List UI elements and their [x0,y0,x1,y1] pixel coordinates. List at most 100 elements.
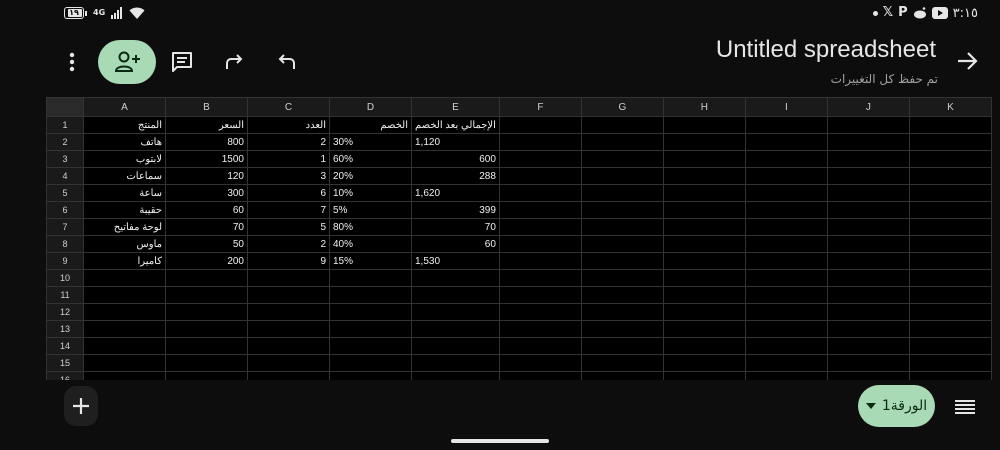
cell[interactable] [247,269,330,287]
cell[interactable] [662,303,746,321]
cell[interactable] [165,354,248,372]
cell[interactable]: 70 [165,218,248,236]
cell[interactable] [498,150,582,168]
cell[interactable]: 800 [165,133,248,151]
cell[interactable] [744,150,828,168]
cell[interactable] [662,167,746,185]
cell[interactable] [744,252,828,270]
sheet-list-button[interactable] [953,396,977,418]
cell[interactable] [908,218,992,236]
cell[interactable] [498,133,582,151]
cell[interactable] [411,337,500,355]
cell[interactable] [83,269,166,287]
cell[interactable] [662,133,746,151]
cell[interactable] [908,116,992,134]
cell[interactable] [744,201,828,219]
cell[interactable]: 2 [247,133,330,151]
cell[interactable] [744,303,828,321]
cell[interactable] [247,286,330,304]
column-header[interactable]: A [83,97,166,117]
sheet-tab[interactable]: الورقة1 [858,385,935,427]
cell[interactable] [329,320,412,338]
cell[interactable] [580,337,664,355]
cell[interactable]: 80% [329,218,412,236]
column-header[interactable]: H [662,97,746,117]
cell[interactable] [498,167,582,185]
cell[interactable] [662,320,746,338]
cell[interactable]: 120 [165,167,248,185]
cell[interactable] [826,337,910,355]
cell[interactable] [329,286,412,304]
cell[interactable] [826,269,910,287]
cell[interactable] [662,354,746,372]
column-header[interactable]: G [580,97,664,117]
cell[interactable] [744,371,828,380]
row-header[interactable]: 5 [46,184,84,202]
cell[interactable] [580,320,664,338]
cell[interactable]: 20% [329,167,412,185]
cell[interactable] [908,337,992,355]
column-header[interactable]: D [329,97,412,117]
home-indicator[interactable] [451,439,549,443]
cell[interactable]: الإجمالي بعد الخصم [411,116,500,134]
share-button[interactable] [98,40,156,84]
cell[interactable]: حقيبة [83,201,166,219]
cell[interactable] [411,354,500,372]
cell[interactable] [165,320,248,338]
cell[interactable] [662,269,746,287]
cell[interactable] [908,235,992,253]
cell[interactable] [580,150,664,168]
cell[interactable] [580,354,664,372]
cell[interactable] [329,354,412,372]
cell[interactable] [580,235,664,253]
column-header[interactable]: F [498,97,582,117]
cell[interactable] [662,235,746,253]
cell[interactable] [826,167,910,185]
cell[interactable] [580,133,664,151]
cell[interactable] [908,133,992,151]
cell[interactable]: ساعة [83,184,166,202]
cell[interactable] [498,337,582,355]
cell[interactable] [826,184,910,202]
cell[interactable] [744,218,828,236]
cell[interactable]: هاتف [83,133,166,151]
cell[interactable] [247,303,330,321]
cell[interactable] [411,303,500,321]
cell[interactable] [247,320,330,338]
cell[interactable] [83,354,166,372]
cell[interactable] [662,218,746,236]
cell[interactable] [580,269,664,287]
cell[interactable] [662,201,746,219]
cell[interactable]: 600 [411,150,500,168]
cell[interactable] [826,116,910,134]
cell[interactable] [662,286,746,304]
row-header[interactable]: 8 [46,235,84,253]
cell[interactable]: 1,120 [411,133,500,151]
cell[interactable] [908,167,992,185]
cell[interactable] [329,269,412,287]
cell[interactable] [580,303,664,321]
cell[interactable]: ماوس [83,235,166,253]
cell[interactable]: 40% [329,235,412,253]
cell[interactable] [580,286,664,304]
cell[interactable] [83,337,166,355]
cell[interactable]: 200 [165,252,248,270]
row-header[interactable]: 16 [46,371,84,380]
cell[interactable] [580,371,664,380]
cell[interactable]: 1500 [165,150,248,168]
cell[interactable] [744,337,828,355]
undo-button[interactable] [273,48,301,76]
cell[interactable] [498,371,582,380]
row-header[interactable]: 1 [46,116,84,134]
back-button[interactable] [954,48,980,74]
cell[interactable]: 1,530 [411,252,500,270]
cell[interactable] [908,252,992,270]
cell[interactable] [826,150,910,168]
cell[interactable] [580,116,664,134]
cell[interactable]: 70 [411,218,500,236]
cell[interactable] [662,371,746,380]
row-header[interactable]: 12 [46,303,84,321]
cell[interactable] [165,286,248,304]
cell[interactable] [908,150,992,168]
cell[interactable]: 5 [247,218,330,236]
